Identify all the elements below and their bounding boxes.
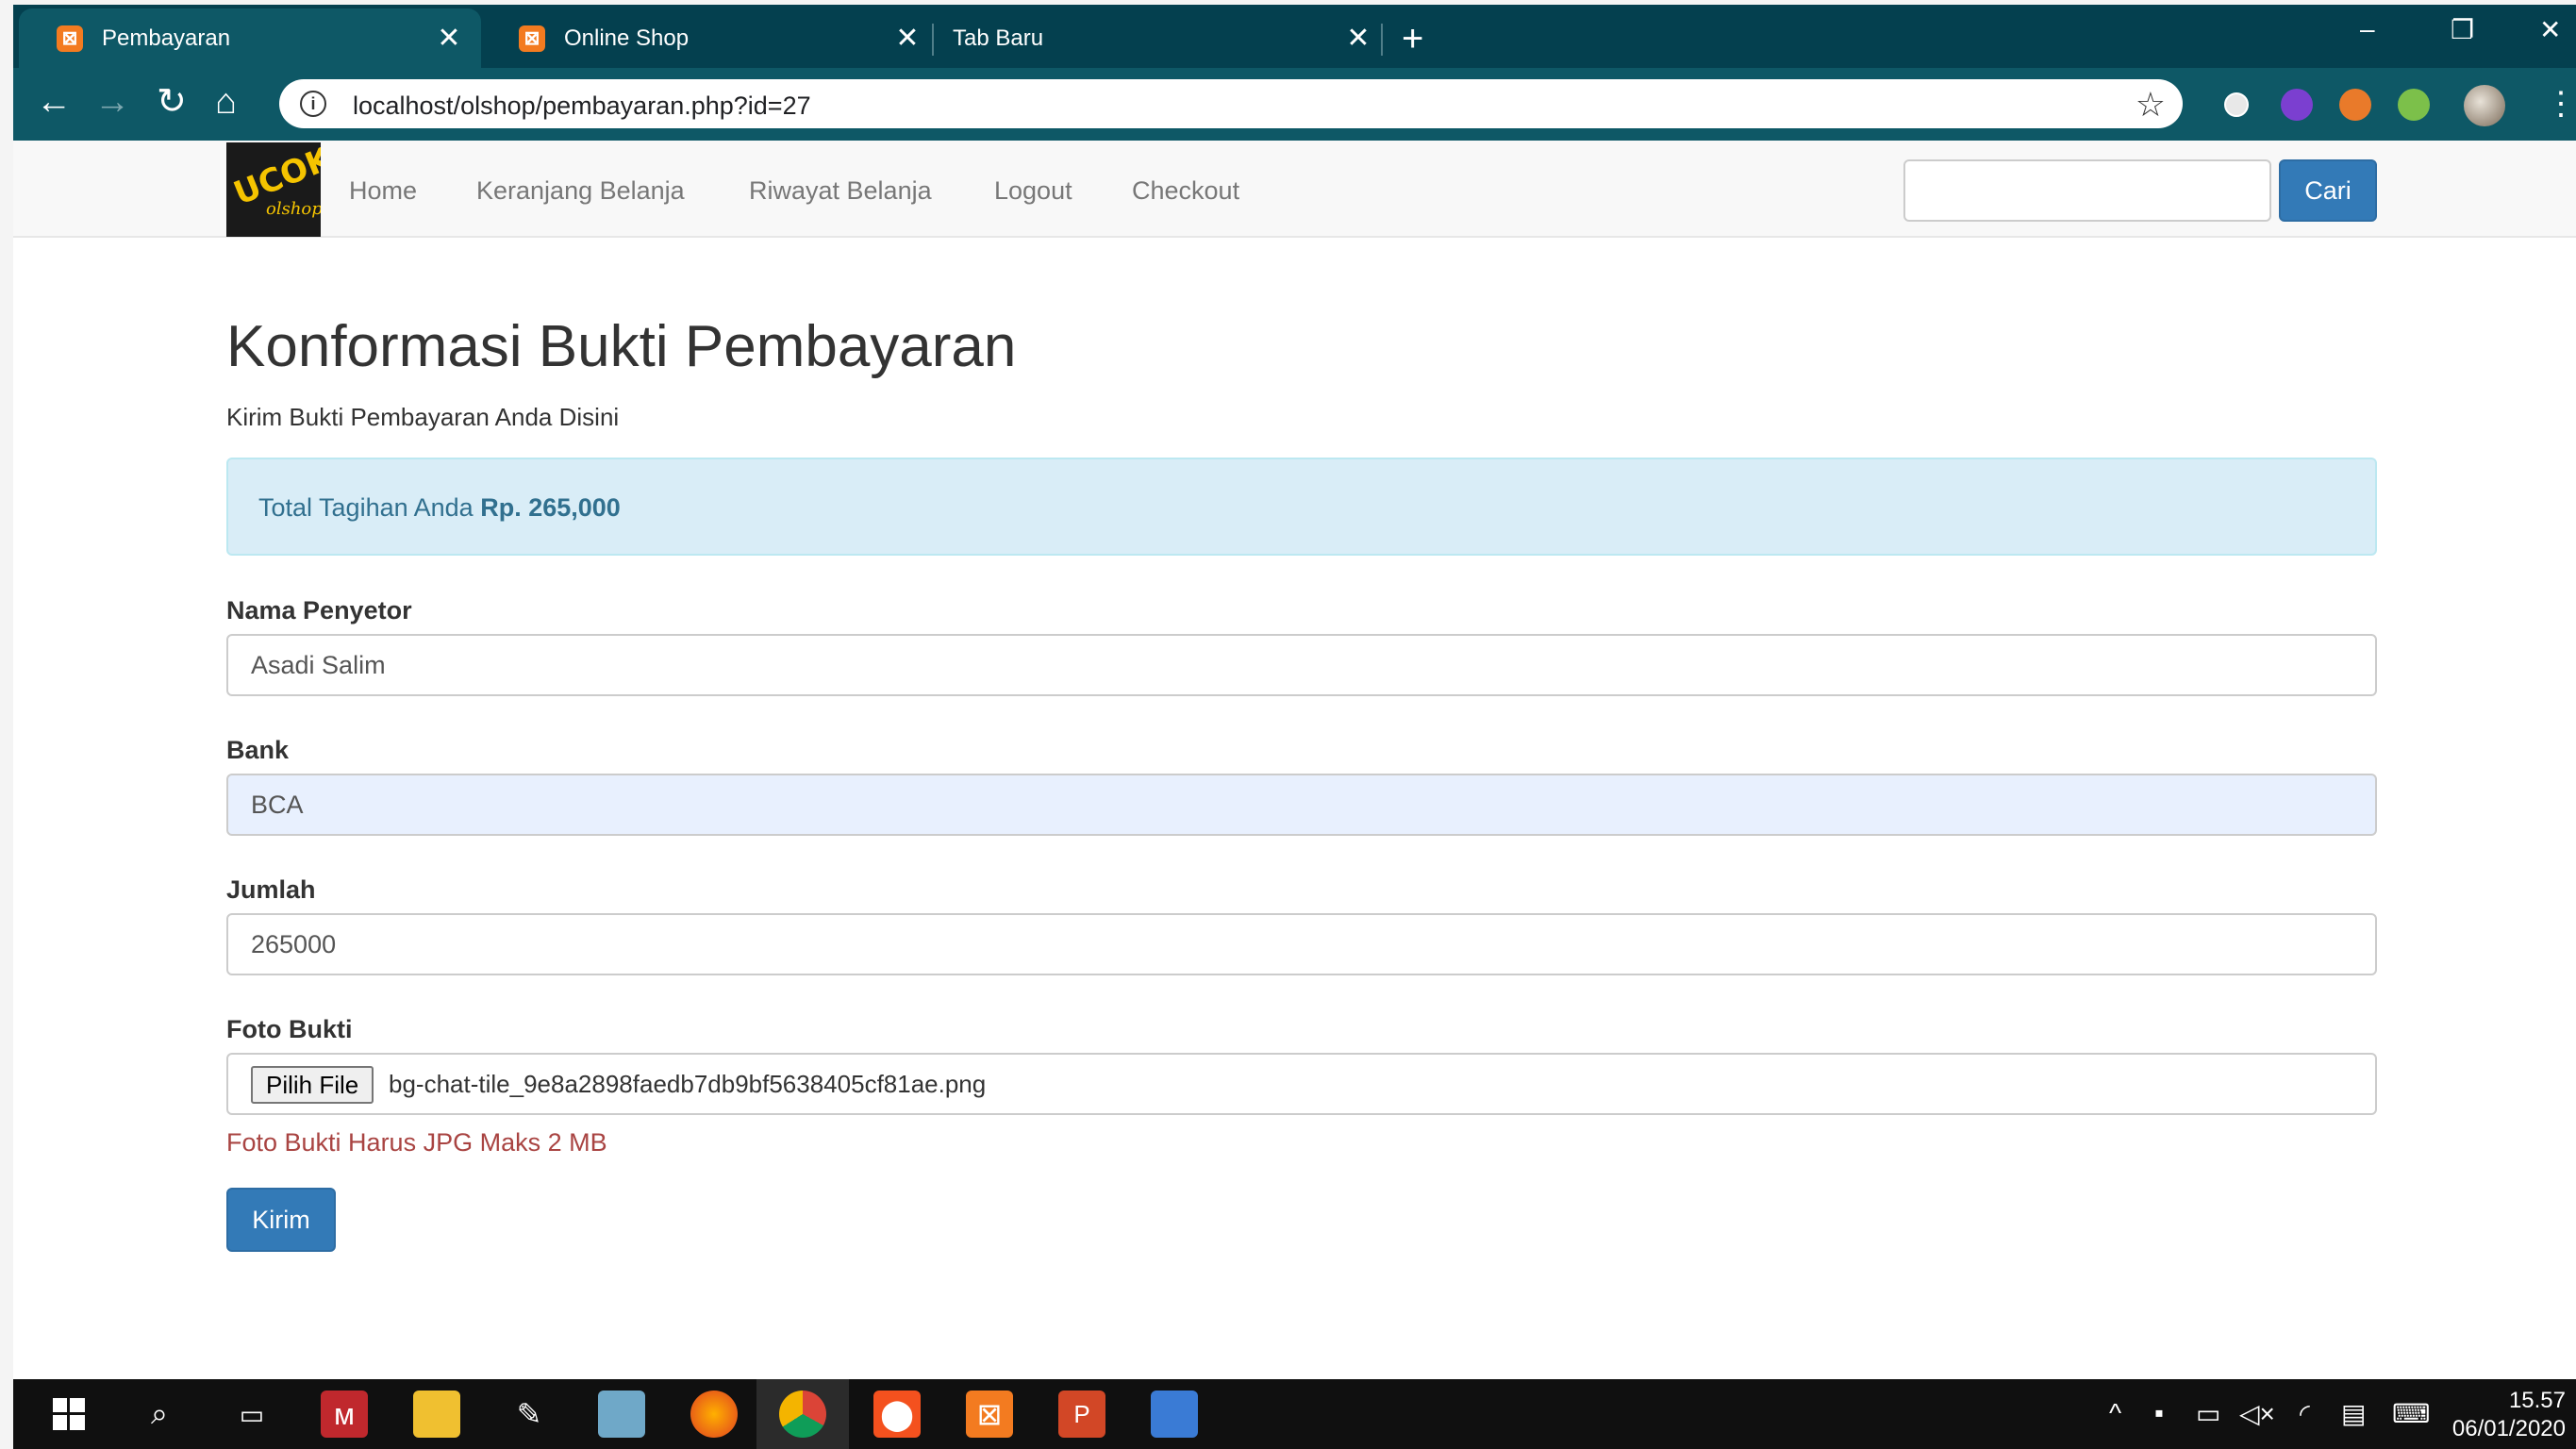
reload-icon[interactable]: ↻ [157,83,187,121]
close-window-icon[interactable]: ✕ [2539,14,2561,45]
tab-title: Tab Baru [953,25,1044,51]
close-icon[interactable]: ✕ [1339,22,1377,55]
xampp-favicon-icon: ⊠ [519,25,545,52]
paint-icon[interactable]: ✎ [506,1391,553,1438]
foto-bukti-help-text: Foto Bukti Harus JPG Maks 2 MB [226,1128,607,1157]
battery-icon[interactable]: ▭ [2196,1398,2220,1429]
app-icon[interactable]: ⬤ [873,1391,921,1438]
powerpoint-icon[interactable]: P [1058,1391,1105,1438]
search-input[interactable] [1903,159,2271,222]
close-icon[interactable]: ✕ [430,22,468,55]
screen: ⊠ Pembayaran ✕ ⊠ Online Shop ✕ Tab Baru … [13,5,2576,1449]
site-navbar: UCOK olshop Home Keranjang Belanja Riway… [13,141,2576,238]
nama-penyetor-label: Nama Penyetor [226,596,412,625]
windows-taskbar: ⌕ ▭ ᴍ ✎ ⬤ ⊠ P ^ ▪ ▭ ◁× ◜ ▤ ⌨ 15.57 06/01… [13,1379,2576,1449]
browser-toolbar: ← → ↻ ⌂ i localhost/olshop/pembayaran.ph… [13,68,2576,141]
close-icon[interactable]: ✕ [889,22,926,55]
foto-bukti-file-input: Pilih File bg-chat-tile_9e8a2898faedb7db… [226,1053,2377,1115]
task-view-icon[interactable]: ▭ [228,1391,275,1438]
bank-input[interactable]: BCA [226,774,2377,836]
search-icon[interactable]: ⌕ [136,1391,183,1438]
tab-pembayaran[interactable]: ⊠ Pembayaran ✕ [19,8,481,68]
clock-date: 06/01/2020 [2451,1416,2566,1441]
notepad-icon[interactable] [598,1391,645,1438]
menu-kebab-icon[interactable]: ⋮ [2545,85,2576,123]
bank-label: Bank [226,736,290,764]
kirim-button[interactable]: Kirim [226,1188,336,1252]
jumlah-input[interactable]: 265000 [226,913,2377,975]
minimize-icon[interactable]: – [2360,14,2375,44]
clock-time: 15.57 [2508,1388,2566,1413]
back-icon[interactable]: ← [36,83,72,121]
address-bar[interactable]: i localhost/olshop/pembayaran.php?id=27 … [279,79,2183,128]
search-button[interactable]: Cari [2279,159,2377,222]
alert-label: Total Tagihan Anda [258,493,481,522]
windows-start-icon[interactable] [45,1391,92,1438]
page-title: Konformasi Bukti Pembayaran [226,314,1017,379]
photos-icon[interactable] [1151,1391,1198,1438]
home-icon[interactable]: ⌂ [215,83,237,121]
tab-title: Pembayaran [102,25,231,51]
foto-bukti-label: Foto Bukti [226,1015,353,1043]
tray-chevron-icon[interactable]: ^ [2109,1398,2121,1428]
acrobat-icon[interactable]: ▪ [2154,1398,2164,1428]
nav-checkout[interactable]: Checkout [1132,176,1239,206]
extension-icon[interactable] [2398,89,2430,121]
xampp-favicon-icon: ⊠ [57,25,83,52]
tab-title: Online Shop [564,25,690,51]
jumlah-label: Jumlah [226,875,316,904]
forward-icon[interactable]: → [94,83,130,121]
nav-riwayat-belanja[interactable]: Riwayat Belanja [749,176,932,206]
profile-avatar[interactable] [2464,85,2505,126]
app-icon[interactable]: ᴍ [321,1391,368,1438]
alert-text: Total Tagihan Anda Rp. 265,000 [258,493,621,523]
tab-separator [1381,24,1383,56]
site-info-icon[interactable]: i [300,91,326,117]
logo-subtext: olshop [266,199,321,219]
restore-icon[interactable]: ❐ [2451,14,2474,45]
url-text: localhost/olshop/pembayaran.php?id=27 [353,92,811,120]
extension-icon[interactable] [2339,89,2371,121]
keyboard-icon[interactable]: ⌨ [2392,1398,2430,1429]
wifi-icon[interactable]: ◜ [2300,1398,2310,1429]
volume-muted-icon[interactable]: ◁× [2239,1398,2275,1429]
speedometer-extension-icon[interactable] [2220,89,2252,121]
site-logo[interactable]: UCOK olshop [226,142,321,237]
browser-tabstrip: ⊠ Pembayaran ✕ ⊠ Online Shop ✕ Tab Baru … [13,5,2576,68]
xampp-icon[interactable]: ⊠ [966,1391,1013,1438]
chrome-icon[interactable] [779,1391,826,1438]
taskbar-clock[interactable]: 15.57 06/01/2020 [2434,1387,2566,1443]
file-explorer-icon[interactable] [413,1391,460,1438]
total-amount: Rp. 265,000 [480,493,621,522]
total-alert: Total Tagihan Anda Rp. 265,000 [226,458,2377,556]
firefox-icon[interactable] [690,1391,738,1438]
notification-icon[interactable]: ▤ [2341,1398,2366,1429]
nama-penyetor-input[interactable]: Asadi Salim [226,634,2377,696]
nav-logout[interactable]: Logout [994,176,1072,206]
page-subtitle: Kirim Bukti Pembayaran Anda Disini [226,403,620,431]
tab-online-shop[interactable]: ⊠ Online Shop ✕ [481,8,930,68]
choose-file-button[interactable]: Pilih File [251,1066,374,1104]
extension-icon[interactable] [2281,89,2313,121]
new-tab-icon[interactable]: + [1402,20,1423,58]
nav-keranjang-belanja[interactable]: Keranjang Belanja [476,176,685,206]
tab-tab-baru[interactable]: Tab Baru ✕ [934,8,1377,68]
bookmark-star-icon[interactable]: ☆ [2136,85,2166,125]
selected-file-name: bg-chat-tile_9e8a2898faedb7db9bf5638405c… [389,1070,987,1098]
nav-home[interactable]: Home [349,176,417,206]
